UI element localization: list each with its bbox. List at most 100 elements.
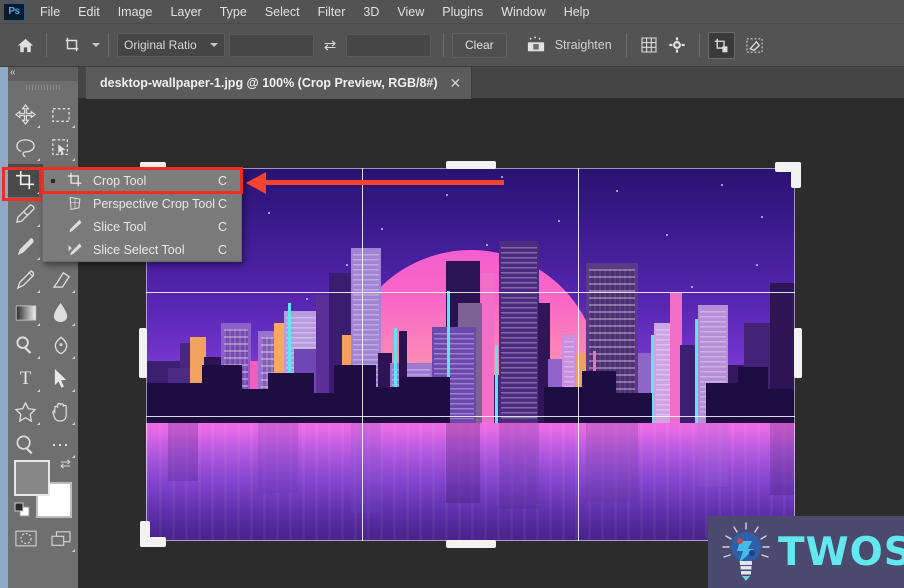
crop-handle-top-right-b[interactable] xyxy=(775,162,801,172)
foreground-color-swatch[interactable] xyxy=(14,460,50,496)
menu-select[interactable]: Select xyxy=(256,2,309,22)
menu-3d[interactable]: 3D xyxy=(354,2,388,22)
collapse-panel-icon[interactable]: « xyxy=(10,67,16,78)
divider xyxy=(698,33,700,57)
tool-grid: T ⋯ xyxy=(8,98,78,461)
flyout-shortcut: C xyxy=(217,219,227,234)
swap-width-height-icon[interactable]: ⇄ xyxy=(318,33,342,57)
left-dock-strip xyxy=(0,67,8,588)
crop-tool-icon xyxy=(67,172,84,189)
crop-tool[interactable] xyxy=(8,164,43,197)
current-tool-marker xyxy=(51,179,55,183)
divider xyxy=(46,33,47,57)
crop-handle-middle-right[interactable] xyxy=(794,328,802,378)
eyedropper-tool[interactable] xyxy=(8,197,43,230)
crop-handle-bottom-center[interactable] xyxy=(446,540,496,548)
chevron-down-icon xyxy=(209,41,218,50)
flyout-shortcut: C xyxy=(217,173,227,188)
annotation-arrow-line xyxy=(264,180,504,185)
menu-edit[interactable]: Edit xyxy=(69,2,109,22)
perspective-crop-tool-icon xyxy=(67,195,84,212)
flyout-label: Slice Select Tool xyxy=(93,242,185,257)
crop-width-input[interactable] xyxy=(229,33,314,57)
pen-tool[interactable] xyxy=(43,329,78,362)
flyout-item-crop-tool[interactable]: Crop Tool C xyxy=(41,167,243,194)
divider xyxy=(443,33,444,57)
watermark-text: TWOS xyxy=(778,529,904,575)
swap-colors-icon[interactable]: ⇄ xyxy=(60,456,71,472)
home-icon[interactable] xyxy=(12,32,38,58)
crop-handle-middle-left[interactable] xyxy=(139,328,147,378)
default-colors-icon[interactable] xyxy=(14,502,30,517)
move-tool[interactable] xyxy=(8,98,43,131)
menu-filter[interactable]: Filter xyxy=(309,2,355,22)
flyout-label: Perspective Crop Tool xyxy=(93,196,216,211)
zoom-tool[interactable] xyxy=(8,428,43,461)
crop-tool-flyout-menu: Crop Tool C Perspective Crop Tool C Slic… xyxy=(41,167,243,262)
blur-tool[interactable] xyxy=(43,296,78,329)
document-tab-title: desktop-wallpaper-1.jpg @ 100% (Crop Pre… xyxy=(100,76,438,90)
slice-select-tool-icon xyxy=(67,241,84,258)
content-aware-fill-toggle[interactable] xyxy=(741,32,768,59)
drag-grip-icon[interactable] xyxy=(26,85,62,90)
photoshop-window: Ps File Edit Image Layer Type Select Fil… xyxy=(0,0,904,588)
menu-image[interactable]: Image xyxy=(109,2,162,22)
tool-preset-picker[interactable] xyxy=(55,32,89,58)
photoshop-logo: Ps xyxy=(3,2,25,21)
crop-handle-bottom-left-b[interactable] xyxy=(140,537,166,547)
gear-icon[interactable] xyxy=(663,32,691,58)
options-bar: Original Ratio ⇄ Clear Straighten xyxy=(0,24,904,67)
quick-mask-icon[interactable] xyxy=(8,522,43,555)
foreground-silhouette xyxy=(146,353,795,423)
lasso-tool[interactable] xyxy=(8,131,43,164)
tools-panel-header: « xyxy=(8,67,78,81)
aspect-ratio-value: Original Ratio xyxy=(124,38,197,52)
menu-plugins[interactable]: Plugins xyxy=(433,2,492,22)
chevron-down-icon[interactable] xyxy=(91,41,100,50)
screen-mode-icon[interactable] xyxy=(43,522,78,555)
bottom-tools xyxy=(8,522,78,555)
divider xyxy=(625,33,627,57)
hand-tool[interactable] xyxy=(43,395,78,428)
custom-shape-tool[interactable] xyxy=(8,395,43,428)
document-tab[interactable]: desktop-wallpaper-1.jpg @ 100% (Crop Pre… xyxy=(86,67,473,99)
menu-view[interactable]: View xyxy=(388,2,433,22)
menu-type[interactable]: Type xyxy=(211,2,256,22)
menu-help[interactable]: Help xyxy=(555,2,599,22)
horizontal-type-tool[interactable]: T xyxy=(8,362,43,395)
twos-watermark: TWOS xyxy=(708,516,904,588)
menu-layer[interactable]: Layer xyxy=(161,2,210,22)
skyline-reflection xyxy=(146,423,795,541)
close-icon[interactable]: ✕ xyxy=(450,76,462,90)
color-swatches: ⇄ xyxy=(14,456,74,518)
clear-button[interactable]: Clear xyxy=(452,32,507,58)
lightbulb-icon xyxy=(718,521,774,583)
brush-tool[interactable] xyxy=(8,230,43,263)
history-brush-tool[interactable] xyxy=(8,263,43,296)
crop-height-input[interactable] xyxy=(346,33,431,57)
flyout-item-slice-tool[interactable]: Slice Tool C xyxy=(43,215,241,238)
straighten-label[interactable]: Straighten xyxy=(551,38,612,52)
menu-window[interactable]: Window xyxy=(492,2,554,22)
gradient-tool[interactable] xyxy=(8,296,43,329)
flyout-item-slice-select-tool[interactable]: Slice Select Tool C xyxy=(43,238,241,261)
object-selection-tool[interactable] xyxy=(43,131,78,164)
crop-handle-top-center[interactable] xyxy=(446,161,496,169)
flyout-item-perspective-crop-tool[interactable]: Perspective Crop Tool C xyxy=(43,192,241,215)
crop-preview[interactable] xyxy=(139,161,802,548)
document-tab-bar: desktop-wallpaper-1.jpg @ 100% (Crop Pre… xyxy=(78,67,904,99)
dodge-tool[interactable] xyxy=(8,329,43,362)
path-selection-tool[interactable] xyxy=(43,362,78,395)
grid-overlay-icon[interactable] xyxy=(635,32,663,58)
eraser-tool[interactable] xyxy=(43,263,78,296)
aspect-ratio-select[interactable]: Original Ratio xyxy=(117,33,225,57)
menu-file[interactable]: File xyxy=(31,2,69,22)
straighten-icon[interactable] xyxy=(521,32,551,58)
image-canvas[interactable] xyxy=(146,168,795,541)
slice-tool-icon xyxy=(67,218,84,235)
delete-cropped-pixels-toggle[interactable] xyxy=(707,31,735,59)
flyout-shortcut: C xyxy=(217,196,227,211)
divider xyxy=(108,33,109,57)
flyout-shortcut: C xyxy=(217,242,227,257)
rectangular-marquee-tool[interactable] xyxy=(43,98,78,131)
